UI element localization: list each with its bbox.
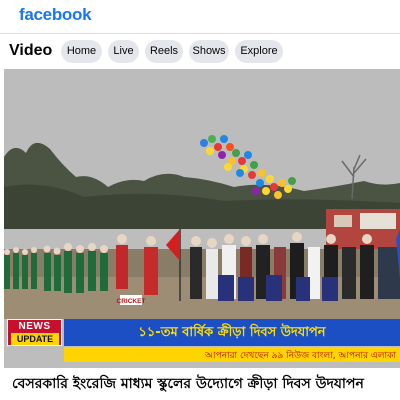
ticker-subline: আপনারা দেখছেন ৯৯ নিউজ বাংলা, আপনার এলাকা xyxy=(204,351,396,361)
tab-live[interactable]: Live xyxy=(108,40,139,63)
news-label: NEWS xyxy=(18,321,51,332)
tab-shows[interactable]: Shows xyxy=(189,40,229,63)
headline-bar: ১১-তম বার্ষিক ক্রীড়া দিবস উদযাপন xyxy=(64,319,400,346)
update-label: UPDATE xyxy=(11,333,59,345)
news-ticker: NEWS UPDATE ১১-তম বার্ষিক ক্রীড়া দিবস উ… xyxy=(4,316,400,365)
news-update-badge: NEWS UPDATE xyxy=(7,319,62,346)
tab-home[interactable]: Home xyxy=(61,40,102,63)
page-title: Video xyxy=(9,42,53,59)
tab-reels[interactable]: Reels xyxy=(145,40,183,63)
post-caption[interactable]: বেসরকারি ইংরেজি মাধ্যম স্কুলের উদ্যোগে ক… xyxy=(12,372,364,396)
subline-bar: আপনারা দেখছেন ৯৯ নিউজ বাংলা, আপনার এলাকা xyxy=(64,347,400,362)
cricket-banner-text: CRICKET xyxy=(117,298,146,305)
top-bar: facebook xyxy=(0,0,400,34)
facebook-logo[interactable]: facebook xyxy=(19,5,92,25)
video-tab-bar: Video Home Live Reels Shows Explore xyxy=(0,34,400,68)
ticker-headline: ১১-তম বার্ষিক ক্রীড়া দিবস উদযাপন xyxy=(138,325,326,340)
video-player[interactable]: CRICKET NEWS UPDATE ১১-তম বার্ষিক ক্রীড়… xyxy=(4,69,400,368)
tab-explore[interactable]: Explore xyxy=(235,40,283,63)
